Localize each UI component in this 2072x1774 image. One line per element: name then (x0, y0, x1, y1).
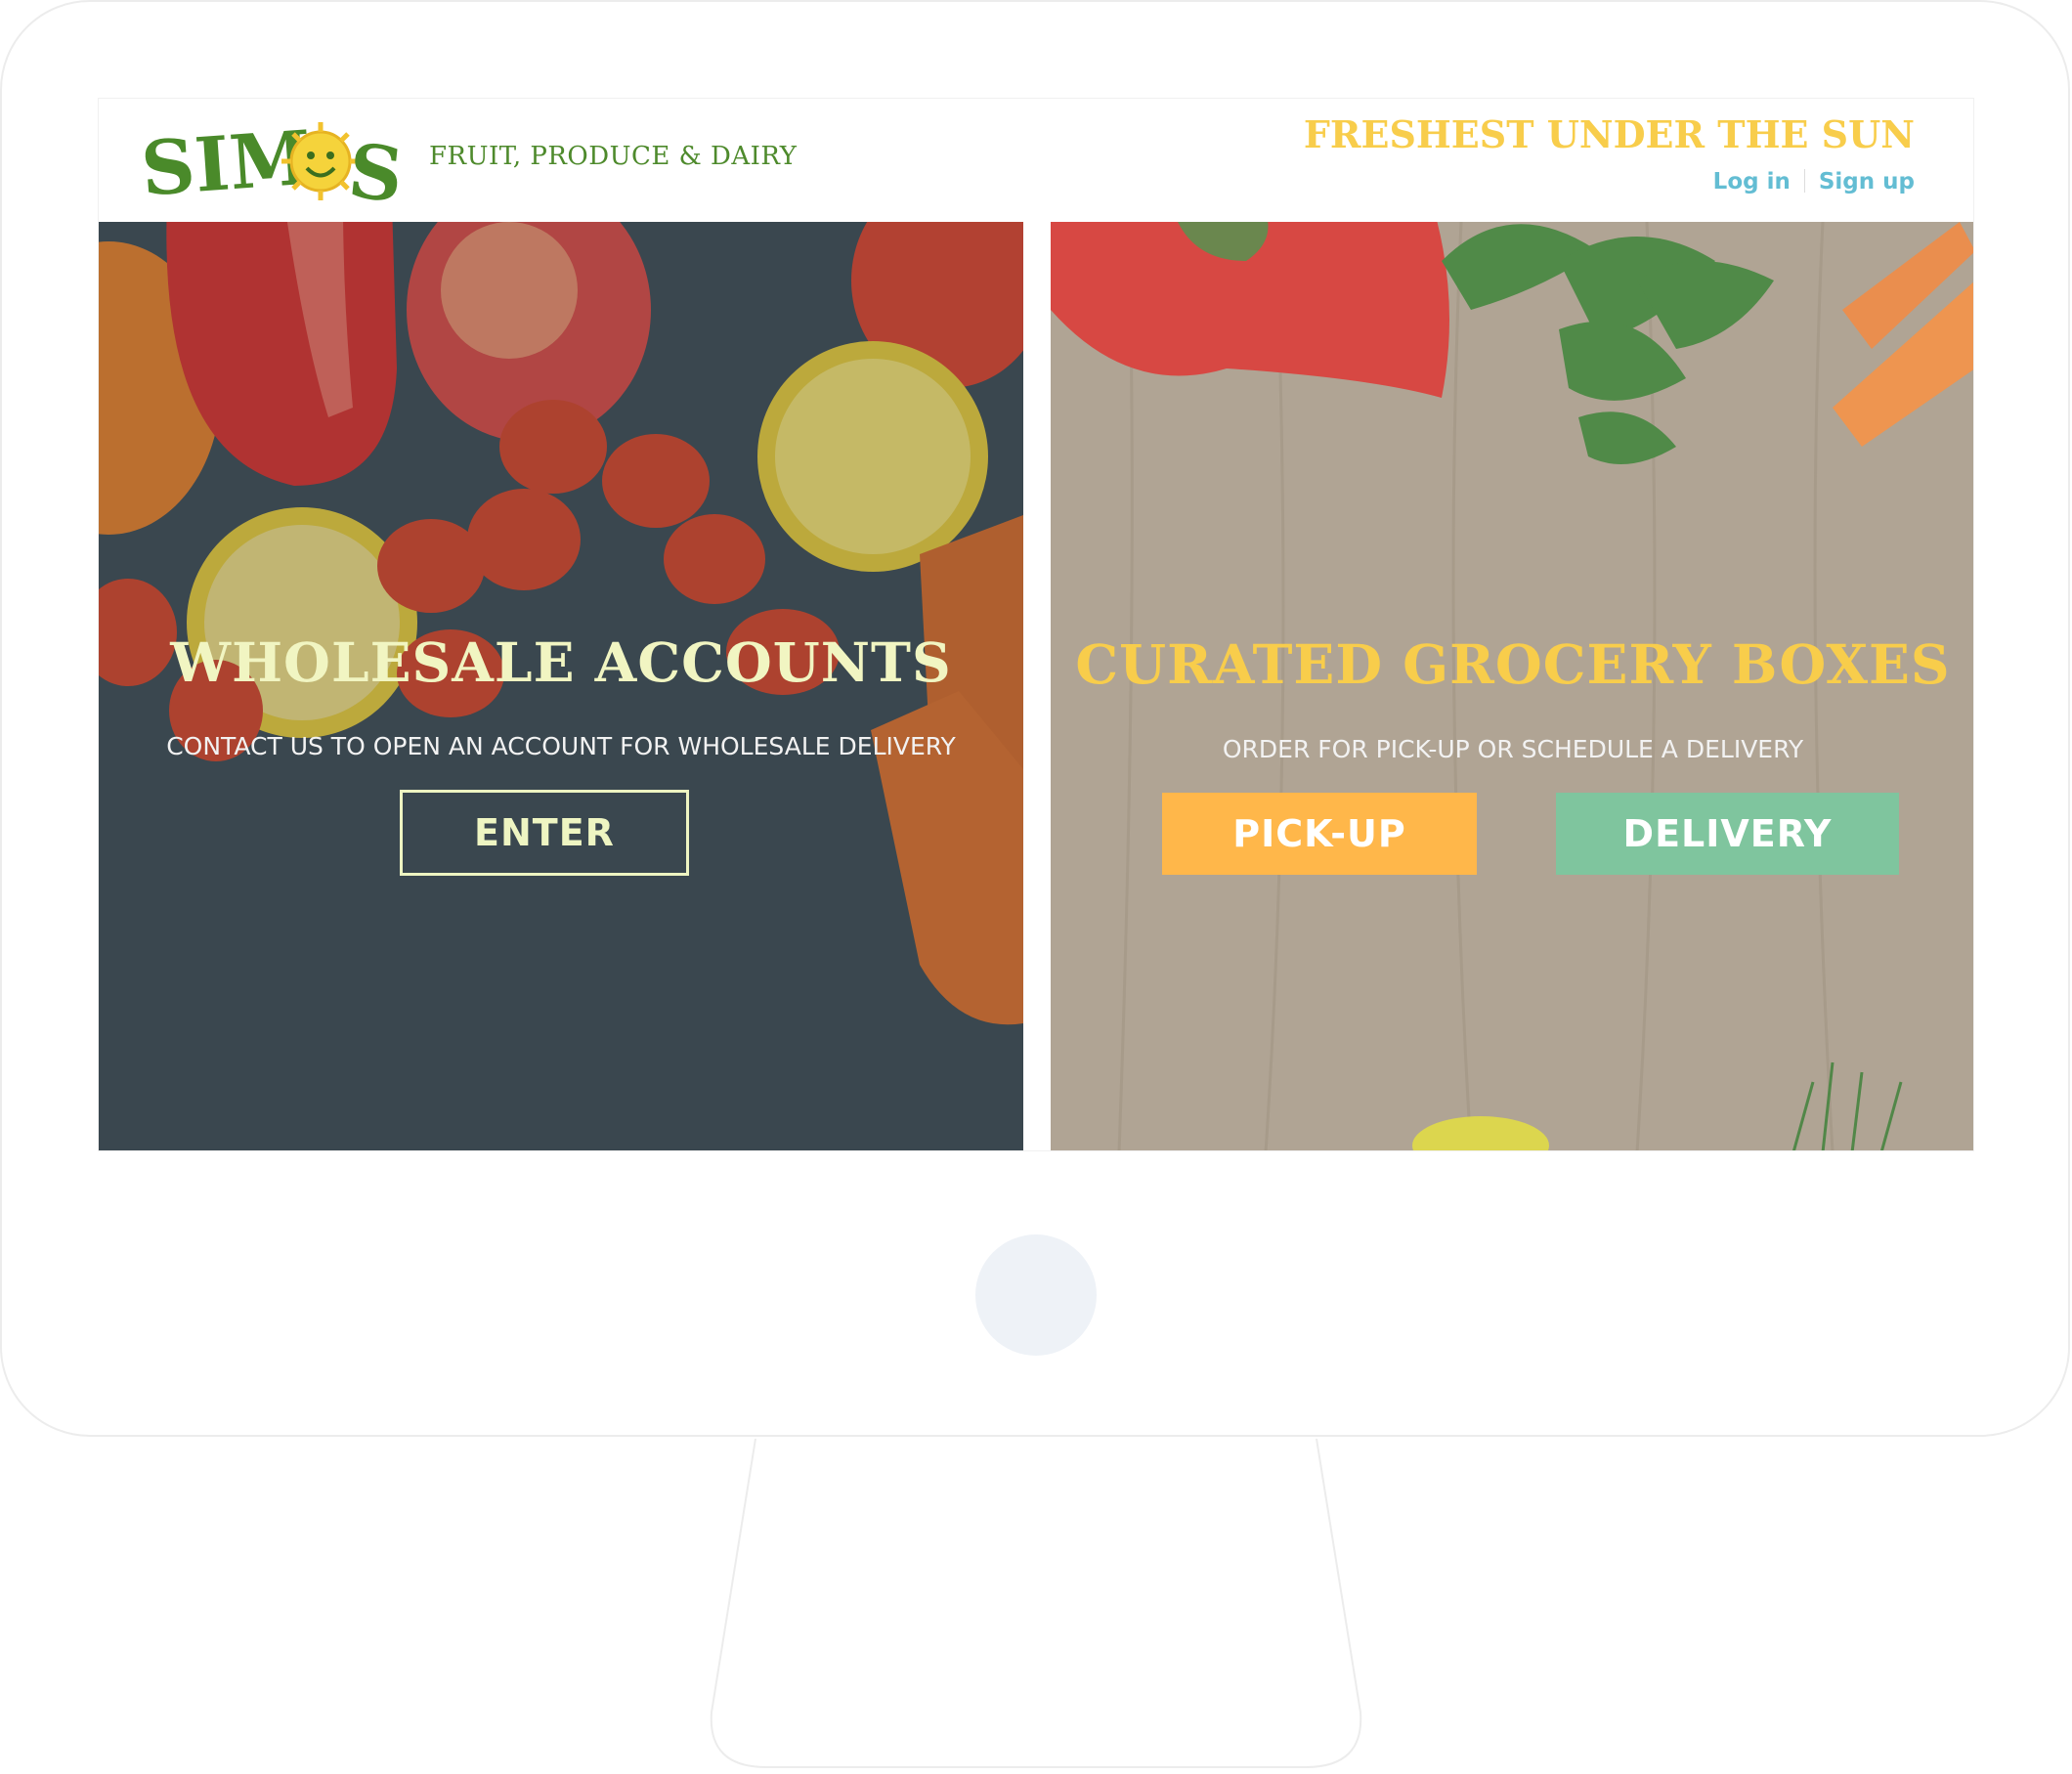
signup-link[interactable]: Sign up (1819, 169, 1915, 195)
simos-logo[interactable]: SIM S (140, 114, 402, 210)
grocery-subtitle: ORDER FOR PICK-UP OR SCHEDULE A DELIVERY (1222, 735, 1804, 763)
auth-links: Log in Sign up (1713, 169, 1915, 195)
brand-tagline: FRUIT, PRODUCE & DAIRY (429, 142, 798, 171)
wholesale-panel: WHOLESALE ACCOUNTS CONTACT US TO OPEN AN… (99, 222, 1023, 1150)
enter-button[interactable]: ENTER (400, 790, 689, 876)
grocery-title: CURATED GROCERY BOXES (1075, 632, 1951, 696)
wholesale-title: WHOLESALE ACCOUNTS (170, 630, 952, 694)
website-screen: SIM S FRUIT, PRODUCE & DAIRY FRESHEST UN… (98, 98, 1974, 1151)
login-link[interactable]: Log in (1713, 169, 1791, 195)
logo-letter-s: S (345, 127, 402, 210)
site-slogan: FRESHEST UNDER THE SUN (1303, 112, 1915, 156)
site-header: SIM S FRUIT, PRODUCE & DAIRY FRESHEST UN… (99, 99, 1973, 222)
monitor-home-button (975, 1234, 1097, 1356)
monitor-stand (710, 1439, 1362, 1768)
pickup-button[interactable]: PICK-UP (1162, 793, 1477, 875)
wholesale-subtitle: CONTACT US TO OPEN AN ACCOUNT FOR WHOLES… (166, 732, 956, 760)
auth-divider (1803, 169, 1805, 193)
delivery-button[interactable]: DELIVERY (1556, 793, 1899, 875)
grocery-panel: CURATED GROCERY BOXES ORDER FOR PICK-UP … (1051, 222, 1973, 1150)
